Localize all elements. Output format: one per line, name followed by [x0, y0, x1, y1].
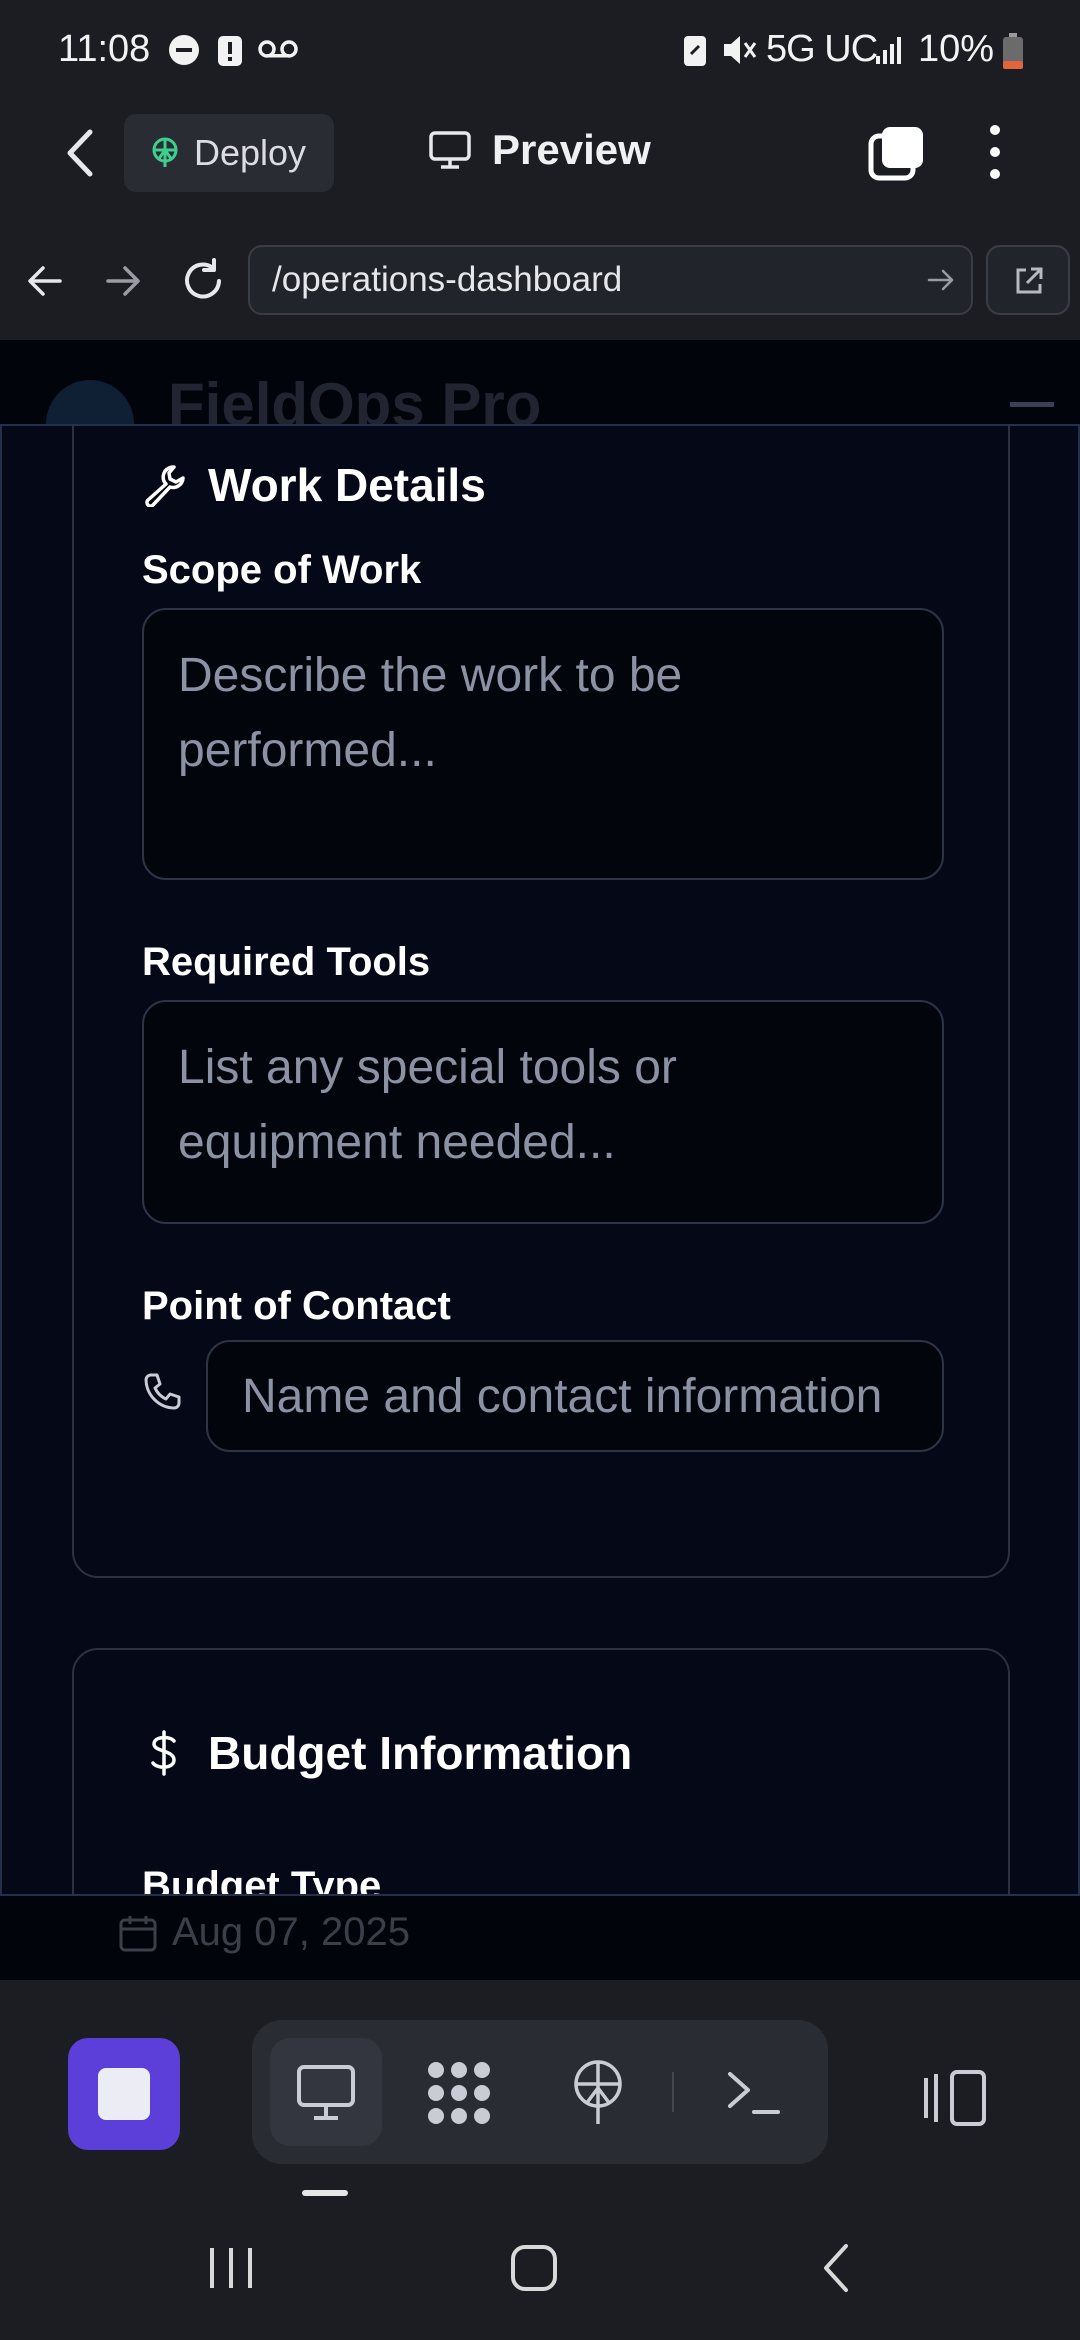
- open-external-button[interactable]: [986, 245, 1070, 315]
- do-not-disturb-icon: [168, 34, 200, 66]
- browser-bar: /operations-dashboard: [0, 224, 1080, 342]
- budget-title: Budget Information: [208, 1727, 633, 1779]
- url-text: /operations-dashboard: [272, 260, 623, 299]
- terminal-icon: [728, 2072, 780, 2114]
- battery-percent: 10%: [918, 28, 995, 70]
- wrench-icon: [145, 465, 185, 507]
- bottom-toolbar: [0, 1980, 1080, 2200]
- stop-button[interactable]: [68, 2038, 180, 2150]
- scope-label: Scope of Work: [142, 548, 422, 592]
- monitor-icon: [429, 131, 471, 169]
- stop-icon: [98, 2068, 150, 2120]
- network-type: 5G UC: [766, 28, 878, 70]
- date-display: Aug 07, 2025: [118, 1910, 410, 1955]
- preview-tab[interactable]: Preview: [428, 126, 651, 174]
- tools-placeholder: List any special tools or equipment need…: [178, 1041, 677, 1169]
- system-nav-bar: [0, 2200, 1080, 2340]
- tabs-switcher-button[interactable]: [868, 124, 926, 182]
- contact-label: Point of Contact: [142, 1284, 451, 1328]
- active-tab-indicator: [302, 2190, 348, 2196]
- budget-card: Budget Information Budget Type: [72, 1648, 1010, 1896]
- budget-header: Budget Information: [142, 1726, 632, 1780]
- scope-placeholder: Describe the work to be performed...: [178, 649, 683, 777]
- scope-textarea[interactable]: Describe the work to be performed...: [142, 608, 944, 880]
- browser-forward-button[interactable]: [104, 262, 142, 300]
- more-options-icon[interactable]: [988, 124, 1002, 180]
- recent-apps-button[interactable]: [208, 2246, 254, 2290]
- preview-label: Preview: [492, 126, 651, 173]
- menu-icon: [1010, 402, 1054, 407]
- preview-tool-button[interactable]: [270, 2038, 382, 2146]
- deploy-icon: [152, 137, 178, 167]
- voicemail-icon: [258, 38, 298, 60]
- tool-group: [252, 2020, 828, 2164]
- back-button[interactable]: [62, 126, 98, 180]
- calendar-icon: [119, 1915, 157, 1951]
- battery-icon: [1002, 32, 1024, 70]
- cluster-icon: [428, 2062, 490, 2124]
- url-input[interactable]: /operations-dashboard: [248, 245, 973, 315]
- work-details-title: Work Details: [208, 459, 486, 511]
- components-tool-button[interactable]: [424, 2060, 494, 2126]
- mute-icon: [720, 32, 758, 68]
- work-order-modal: Work Details Scope of Work Describe the …: [0, 424, 1080, 1896]
- reload-button[interactable]: [180, 258, 226, 304]
- deploy-button[interactable]: Deploy: [124, 114, 334, 192]
- status-time: 11:08: [58, 28, 151, 70]
- app-bar: Deploy Preview: [0, 100, 1080, 224]
- phone-icon: [142, 1372, 182, 1412]
- tool-divider: [672, 2072, 674, 2112]
- terminal-tool-button[interactable]: [726, 2068, 782, 2116]
- budget-type-label: Budget Type: [142, 1864, 382, 1896]
- signal-icon: [874, 34, 906, 66]
- battery-saver-icon: [682, 32, 708, 68]
- go-arrow-icon[interactable]: [926, 265, 956, 295]
- status-bar: 11:08 5G UC 10%: [0, 0, 1080, 100]
- dollar-icon: [151, 1730, 176, 1776]
- tools-label: Required Tools: [142, 940, 431, 984]
- deploy-tool-button[interactable]: [570, 2058, 626, 2128]
- contact-placeholder: Name and contact information: [242, 1369, 883, 1423]
- date-text: Aug 07, 2025: [172, 1910, 410, 1954]
- work-details-header: Work Details: [142, 458, 486, 512]
- panel-toggle-button[interactable]: [922, 2068, 988, 2128]
- external-link-icon: [1016, 267, 1043, 294]
- deploy-label: Deploy: [194, 132, 307, 173]
- system-back-button[interactable]: [820, 2242, 852, 2294]
- deploy-tree-icon: [574, 2060, 622, 2124]
- browser-back-button[interactable]: [26, 262, 64, 300]
- home-button[interactable]: [510, 2244, 558, 2292]
- alert-icon: [216, 32, 244, 68]
- panel-icon: [924, 2070, 986, 2126]
- work-details-card: Work Details Scope of Work Describe the …: [72, 426, 1010, 1578]
- tools-textarea[interactable]: List any special tools or equipment need…: [142, 1000, 944, 1224]
- contact-input[interactable]: Name and contact information: [206, 1340, 944, 1452]
- desktop-icon: [297, 2065, 355, 2120]
